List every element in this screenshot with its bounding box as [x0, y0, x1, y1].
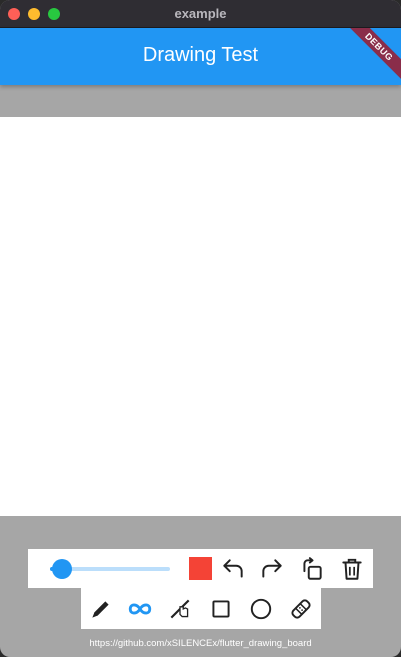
page-title: Drawing Test [142, 44, 259, 66]
tools-toolbar [81, 588, 321, 629]
slider-thumb[interactable] [52, 559, 72, 579]
straight-line-icon[interactable] [167, 596, 193, 622]
rectangle-icon[interactable] [208, 596, 234, 622]
color-picker-button[interactable] [189, 557, 212, 580]
app-bar: Drawing Test DEBUG [0, 28, 401, 85]
rotate-icon[interactable] [299, 556, 325, 582]
github-link[interactable]: https://github.com/xSILENCEx/flutter_dra… [0, 638, 401, 649]
app-window: example Drawing Test DEBUG https://githu… [0, 0, 401, 657]
window-title: example [174, 6, 227, 21]
title-bar: example [0, 0, 401, 28]
drawing-canvas[interactable] [0, 117, 401, 516]
settings-toolbar [28, 549, 373, 588]
stroke-width-slider[interactable] [50, 559, 170, 579]
delete-icon[interactable] [339, 556, 365, 582]
pen-icon[interactable] [88, 596, 114, 622]
undo-icon[interactable] [220, 556, 246, 582]
smooth-line-icon[interactable] [127, 596, 153, 622]
circle-icon[interactable] [248, 596, 274, 622]
eraser-icon[interactable] [288, 596, 314, 622]
redo-icon[interactable] [259, 556, 285, 582]
